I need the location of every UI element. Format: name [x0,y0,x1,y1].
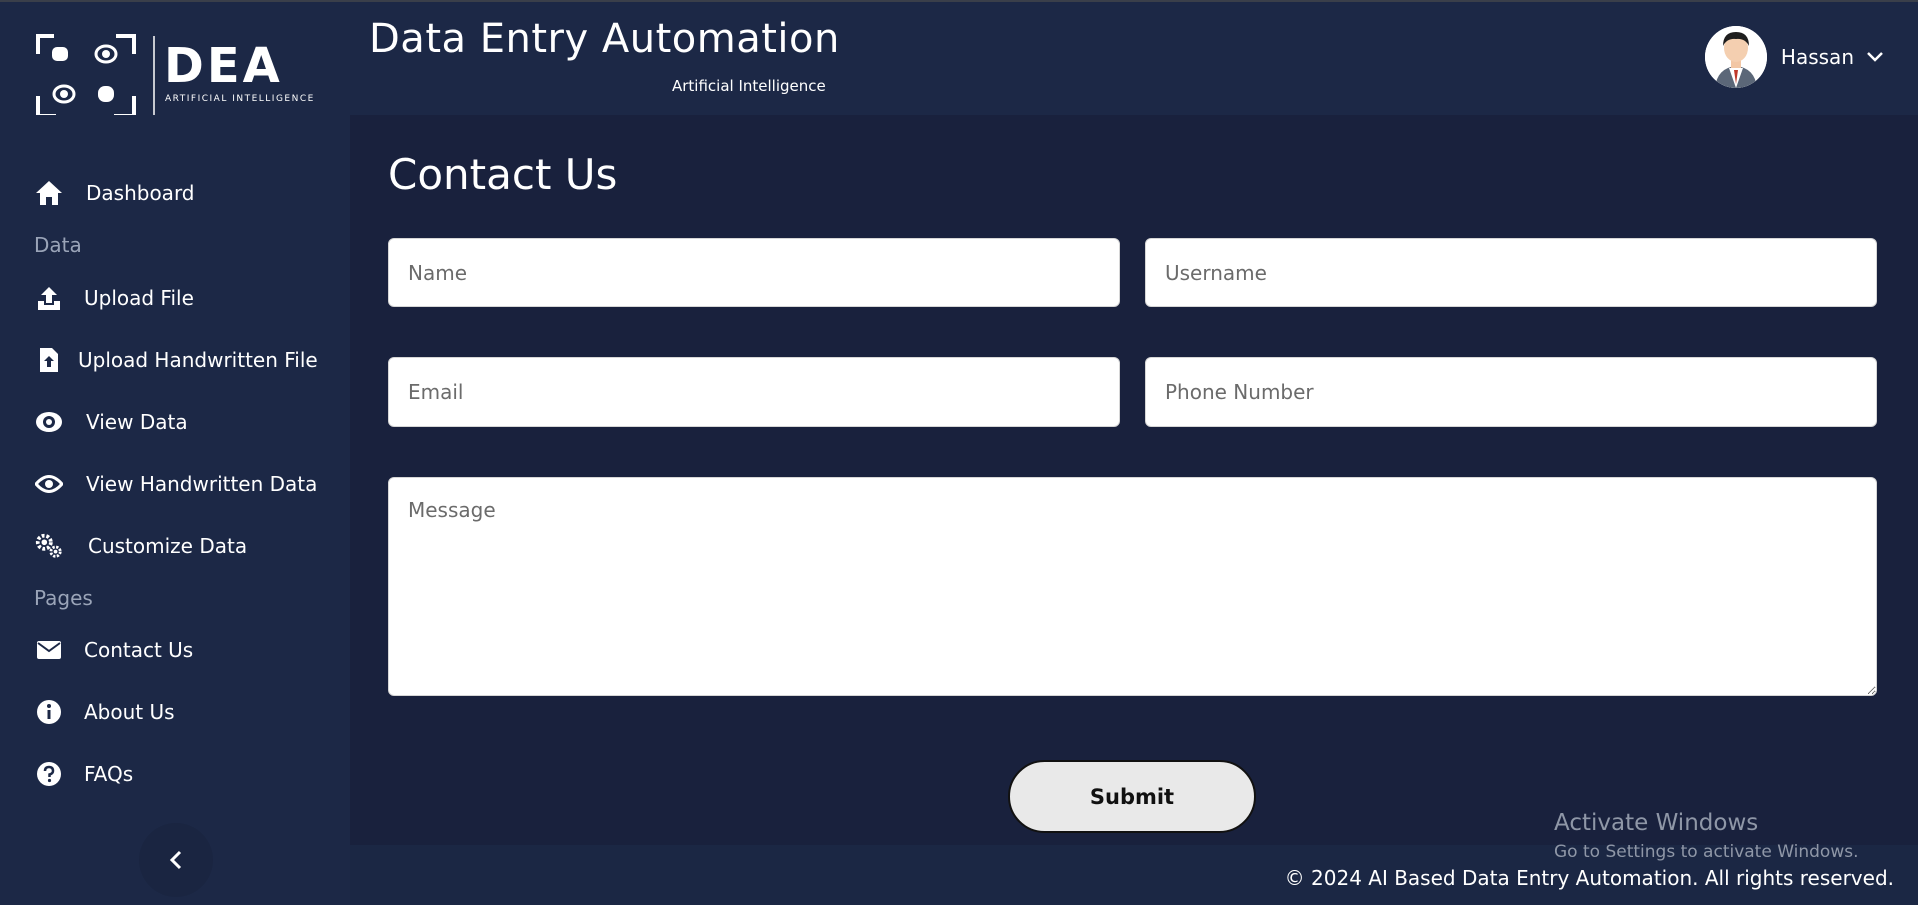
user-menu[interactable]: Hassan [1704,26,1884,88]
activate-windows-watermark: Activate Windows Go to Settings to activ… [1554,810,1859,862]
sidebar-item-customize-data[interactable]: Customize Data [34,526,247,566]
sidebar-item-label: Upload Handwritten File [78,348,318,372]
sidebar-item-label: About Us [84,700,175,724]
logo-tagline: ARTIFICIAL INTELLIGENCE [165,94,315,104]
sidebar-item-upload-file[interactable]: Upload File [34,278,194,318]
upload-icon [34,283,64,313]
email-field[interactable] [388,357,1120,427]
username-field[interactable] [1145,238,1877,307]
home-icon [34,178,64,208]
info-icon [34,697,64,727]
message-field[interactable] [388,477,1877,696]
page-title: Contact Us [388,150,618,199]
chevron-left-icon [169,850,182,870]
sidebar-item-upload-handwritten-file[interactable]: Upload Handwritten File [34,340,318,380]
sidebar-item-dashboard[interactable]: Dashboard [34,173,195,213]
sidebar-item-label: Dashboard [86,181,195,205]
footer-copyright: © 2024 AI Based Data Entry Automation. A… [1284,866,1894,890]
section-label-pages: Pages [34,586,93,610]
watermark-subtitle: Go to Settings to activate Windows. [1554,842,1859,862]
user-name: Hassan [1780,45,1854,69]
sidebar-item-contact-us[interactable]: Contact Us [34,630,193,670]
sidebar-item-label: Upload File [84,286,194,310]
logo-text: DEA [164,38,283,94]
file-upload-icon [34,345,64,375]
sidebar-item-label: FAQs [84,762,134,786]
eye-icon [34,407,64,437]
gears-icon [34,531,64,561]
submit-button[interactable]: Submit [1008,760,1256,833]
app-title: Data Entry Automation [369,16,840,62]
envelope-icon [34,635,64,665]
chevron-down-icon[interactable] [1866,51,1884,63]
name-field[interactable] [388,238,1120,307]
sidebar-item-view-data[interactable]: View Data [34,402,188,442]
sidebar-item-about-us[interactable]: About Us [34,692,175,732]
section-label-data: Data [34,233,82,257]
sidebar-item-label: Contact Us [84,638,194,662]
question-icon [34,759,64,789]
collapse-sidebar-button[interactable] [139,823,213,897]
sidebar-item-view-handwritten-data[interactable]: View Handwritten Data [34,464,317,504]
sidebar-item-label: Customize Data [88,534,248,558]
sidebar-item-faqs[interactable]: FAQs [34,754,133,794]
eye-outline-icon [34,469,64,499]
logo[interactable]: DEA ARTIFICIAL INTELLIGENCE [34,32,324,122]
app-subtitle: Artificial Intelligence [672,77,826,95]
sidebar-item-label: View Handwritten Data [86,472,318,496]
avatar[interactable] [1704,26,1767,88]
sidebar-item-label: View Data [86,410,188,434]
phone-field[interactable] [1145,357,1877,427]
watermark-title: Activate Windows [1554,810,1759,836]
user-avatar-icon [1704,26,1767,88]
